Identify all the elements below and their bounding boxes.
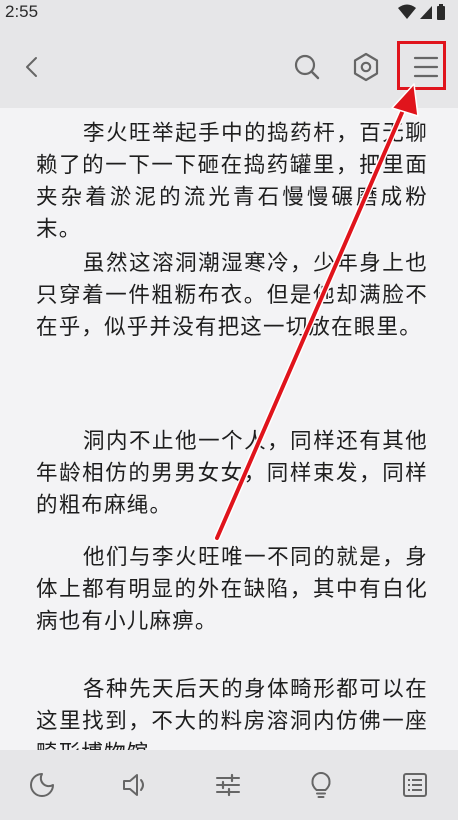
menu-highlight-box — [397, 41, 446, 90]
night-mode-button[interactable] — [19, 762, 65, 808]
display-settings-button[interactable] — [205, 762, 251, 808]
paragraph-3: 洞内不止他一个人，同样还有其他年龄相仿的男男女女，同样束发，同样的粗布麻绳。 — [36, 429, 428, 518]
reading-content[interactable]: 李火旺举起手中的捣药杆，百无聊赖了的一下一下砸在捣药罐里，把里面夹杂着淤泥的流光… — [0, 108, 458, 750]
status-time: 2:55 — [5, 2, 39, 21]
search-button[interactable] — [285, 45, 329, 89]
battery-icon — [437, 4, 445, 20]
lightbulb-icon — [311, 772, 331, 798]
paragraph-1: 李火旺举起手中的捣药杆，百无聊赖了的一下一下砸在捣药罐里，把里面夹杂着淤泥的流光… — [36, 121, 428, 242]
night-mode-moon-icon — [30, 773, 54, 797]
search-icon — [294, 54, 320, 80]
speaker-read-aloud-icon — [123, 774, 144, 796]
wifi-icon — [398, 4, 416, 19]
brightness-button[interactable] — [298, 762, 344, 808]
hexagon-settings-icon — [353, 52, 379, 82]
paragraph-5: 各种先天后天的身体畸形都可以在这里找到，不大的料房溶洞内仿佛一座畸形博物馆。 — [36, 677, 428, 750]
read-aloud-button[interactable] — [112, 762, 158, 808]
sliders-settings-icon — [216, 773, 240, 797]
paragraph-4: 他们与李火旺唯一不同的就是，身体上都有明显的外在缺陷，其中有白化病也有小儿麻痹。 — [36, 545, 428, 634]
reader-toolbar — [0, 26, 458, 108]
reader-settings-button[interactable] — [344, 45, 388, 89]
table-of-contents-icon — [403, 773, 427, 797]
table-of-contents-button[interactable] — [392, 762, 438, 808]
status-bar: 2:55 — [0, 0, 458, 26]
back-button[interactable] — [10, 45, 54, 89]
cellular-signal-icon — [420, 6, 432, 19]
reader-bottom-bar — [0, 750, 458, 820]
paragraph-2: 虽然这溶洞潮湿寒冷，少年身上也只穿着一件粗粝布衣。但是他却满脸不在乎，似乎并没有… — [36, 251, 428, 340]
chevron-left-icon — [26, 57, 37, 77]
